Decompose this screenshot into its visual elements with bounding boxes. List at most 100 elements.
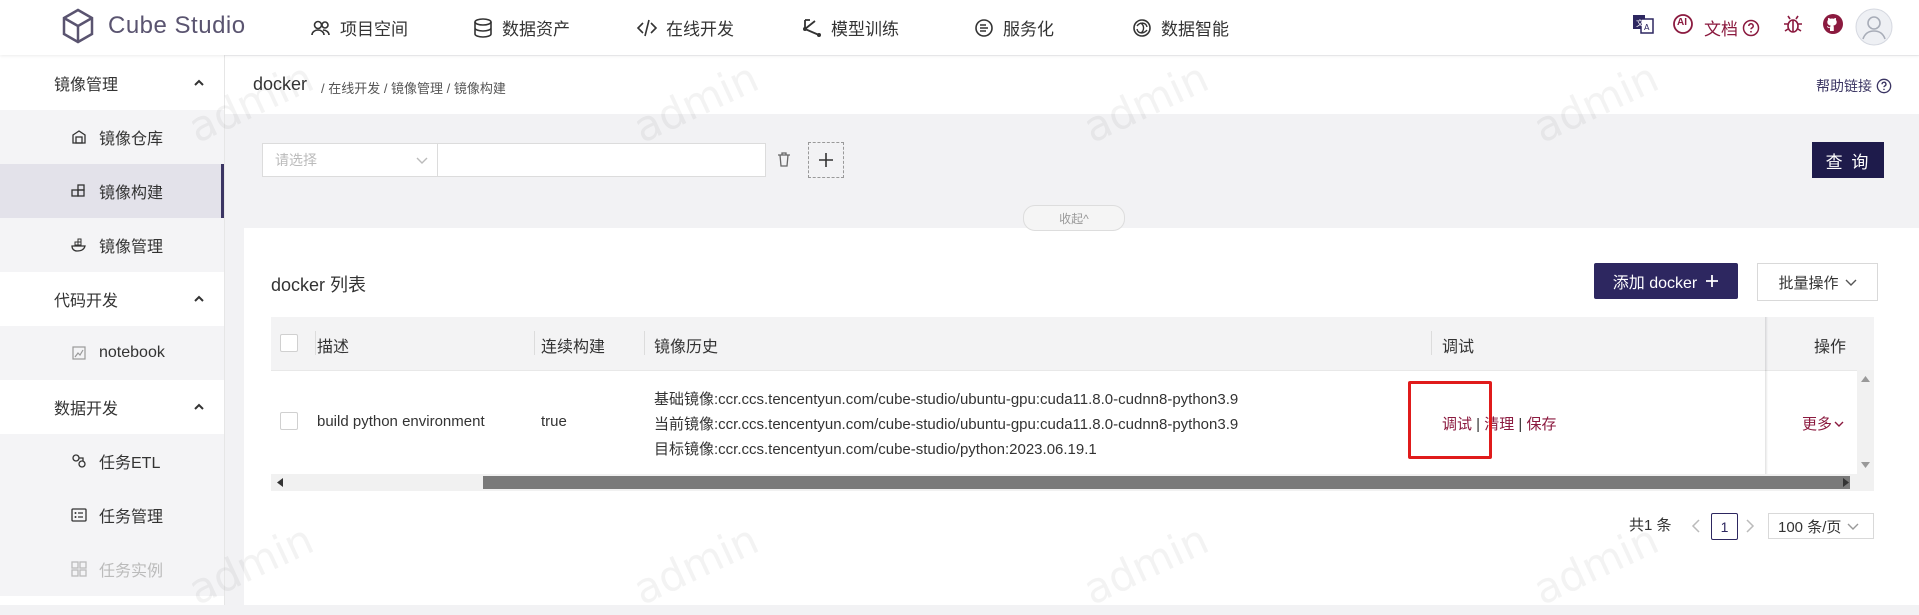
database-icon bbox=[474, 17, 492, 38]
whale-icon bbox=[71, 238, 86, 252]
more-label: 更多 bbox=[1802, 416, 1833, 433]
select-placeholder: 请选择 bbox=[275, 152, 317, 168]
nav-model-training[interactable]: 模型训练 bbox=[801, 15, 899, 40]
next-page-icon[interactable] bbox=[1745, 519, 1755, 533]
vertical-scrollbar[interactable] bbox=[1857, 370, 1874, 475]
fixed-column-shadow bbox=[1765, 317, 1768, 475]
scroll-up-icon bbox=[1861, 376, 1870, 382]
svg-text:A: A bbox=[1644, 23, 1650, 32]
help-link[interactable]: 帮助链接 bbox=[1816, 76, 1892, 96]
column-divider bbox=[1431, 331, 1432, 355]
history-current-image: 当前镜像:ccr.ccs.tencentyun.com/cube-studio/… bbox=[654, 416, 1239, 433]
nav-service[interactable]: 服务化 bbox=[973, 15, 1054, 40]
page-number-current[interactable]: 1 bbox=[1711, 513, 1738, 540]
sidebar-group-label: 代码开发 bbox=[54, 293, 119, 310]
nav-data-assets[interactable]: 数据资产 bbox=[472, 15, 570, 40]
sidebar-group-image-management[interactable]: 镜像管理 bbox=[0, 56, 224, 110]
sidebar-group-label: 镜像管理 bbox=[54, 77, 119, 94]
page-header: docker / 在线开发 / 镜像管理 / 镜像构建 帮助链接 bbox=[225, 56, 1919, 114]
sidebar-item-task-manage[interactable]: 任务管理 bbox=[0, 488, 224, 542]
trash-icon[interactable] bbox=[776, 151, 792, 167]
translate-button[interactable]: 文A bbox=[1631, 12, 1655, 36]
column-header-actions: 操作 bbox=[1814, 339, 1847, 356]
prev-page-icon[interactable] bbox=[1691, 519, 1701, 533]
sidebar-item-image-build[interactable]: 镜像构建 bbox=[0, 164, 224, 218]
nav-label: 在线开发 bbox=[666, 20, 734, 39]
table-header: 描述 连续构建 镜像历史 调试 操作 bbox=[271, 317, 1874, 371]
breadcrumb: / 在线开发 / 镜像管理 / 镜像构建 bbox=[321, 81, 506, 96]
select-all-checkbox[interactable] bbox=[280, 334, 298, 352]
nav-label: 项目空间 bbox=[340, 20, 408, 39]
docs-label: 文档 bbox=[1704, 20, 1738, 39]
chevron-up-icon bbox=[194, 295, 204, 302]
chevron-down-icon bbox=[1834, 421, 1844, 427]
add-button-label: 添加 docker bbox=[1612, 275, 1698, 292]
batch-button-label: 批量操作 bbox=[1778, 274, 1839, 292]
sidebar-item-image-repo[interactable]: 镜像仓库 bbox=[0, 110, 224, 164]
sidebar-item-label: 镜像仓库 bbox=[99, 131, 164, 148]
sidebar-group-label: 数据开发 bbox=[54, 401, 119, 418]
page-size-value: 100 条/页 bbox=[1778, 518, 1842, 536]
app-logo[interactable]: Cube Studio bbox=[62, 8, 246, 44]
save-link[interactable]: 保存 bbox=[1527, 416, 1557, 433]
sidebar-item-label: 任务ETL bbox=[99, 455, 161, 472]
table-row: build python environment true 基础镜像:ccr.c… bbox=[271, 371, 1874, 475]
docs-link[interactable]: 文档 bbox=[1704, 15, 1760, 40]
highlight-annotation bbox=[1408, 381, 1492, 459]
scroll-down-icon bbox=[1861, 462, 1870, 468]
nav-online-dev[interactable]: 在线开发 bbox=[636, 15, 734, 40]
question-circle-icon bbox=[1876, 78, 1892, 94]
top-navbar: Cube Studio 项目空间 数据资产 在线开发 模型训练 服务化 数据智能… bbox=[0, 0, 1919, 55]
filter-value-input[interactable] bbox=[437, 143, 766, 177]
chevron-down-icon bbox=[1845, 279, 1856, 286]
github-link[interactable] bbox=[1822, 13, 1844, 35]
page-size-select[interactable]: 100 条/页 bbox=[1768, 513, 1874, 539]
github-icon bbox=[1823, 14, 1843, 34]
horizontal-scroll-thumb[interactable] bbox=[483, 476, 1850, 489]
grid-icon bbox=[71, 561, 87, 577]
more-actions-dropdown[interactable]: 更多 bbox=[1802, 413, 1844, 434]
help-link-label: 帮助链接 bbox=[1816, 78, 1872, 94]
nav-project-space[interactable]: 项目空间 bbox=[310, 15, 408, 40]
cell-description: build python environment bbox=[317, 413, 485, 430]
sidebar-item-image-manage[interactable]: 镜像管理 bbox=[0, 218, 224, 272]
users-icon bbox=[311, 20, 330, 35]
batch-operations-button[interactable]: 批量操作 bbox=[1757, 263, 1878, 301]
filter-field-select[interactable]: 请选择 bbox=[262, 143, 439, 177]
sidebar-item-label: 镜像构建 bbox=[99, 185, 164, 202]
horizontal-scrollbar[interactable] bbox=[271, 474, 1874, 491]
column-header-continuous-build: 连续构建 bbox=[541, 339, 606, 356]
cube-logo-icon bbox=[62, 8, 94, 44]
history-base-image: 基础镜像:ccr.ccs.tencentyun.com/cube-studio/… bbox=[654, 391, 1239, 408]
sidebar: 镜像管理 镜像仓库 镜像构建 镜像管理 代码开发 notebook 数据开发 任… bbox=[0, 55, 225, 605]
sidebar-group-code-dev[interactable]: 代码开发 bbox=[0, 272, 224, 326]
chevron-up-icon bbox=[194, 79, 204, 86]
sidebar-group-data-dev[interactable]: 数据开发 bbox=[0, 380, 224, 434]
plus-icon bbox=[1706, 275, 1719, 287]
query-button[interactable]: 查 询 bbox=[1812, 142, 1884, 178]
bug-report-button[interactable] bbox=[1782, 13, 1804, 35]
sidebar-item-notebook[interactable]: notebook bbox=[0, 326, 224, 380]
row-checkbox[interactable] bbox=[280, 412, 298, 430]
sidebar-item-label: 任务实例 bbox=[99, 563, 164, 580]
ai-button[interactable]: AI bbox=[1671, 12, 1695, 36]
user-avatar[interactable] bbox=[1855, 8, 1893, 46]
add-filter-button[interactable] bbox=[808, 142, 844, 178]
sidebar-item-label: notebook bbox=[99, 344, 165, 361]
column-divider bbox=[315, 331, 316, 355]
collapse-filter-button[interactable]: 收起^ bbox=[1023, 205, 1125, 231]
page-title: docker bbox=[253, 74, 308, 94]
sidebar-item-task-instance[interactable]: 任务实例 bbox=[0, 542, 224, 596]
chevron-down-icon bbox=[1847, 523, 1859, 530]
nav-label: 数据资产 bbox=[502, 20, 570, 39]
sidebar-item-label: 镜像管理 bbox=[99, 239, 164, 256]
add-docker-button[interactable]: 添加 docker bbox=[1594, 263, 1738, 299]
bug-icon bbox=[1784, 15, 1802, 33]
plus-icon bbox=[819, 153, 833, 167]
nav-label: 数据智能 bbox=[1161, 20, 1229, 39]
list-title: docker 列表 bbox=[271, 275, 367, 295]
sidebar-item-task-etl[interactable]: 任务ETL bbox=[0, 434, 224, 488]
etl-icon bbox=[72, 454, 86, 468]
nav-data-intelligence[interactable]: 数据智能 bbox=[1131, 15, 1229, 40]
nav-label: 模型训练 bbox=[831, 20, 899, 39]
